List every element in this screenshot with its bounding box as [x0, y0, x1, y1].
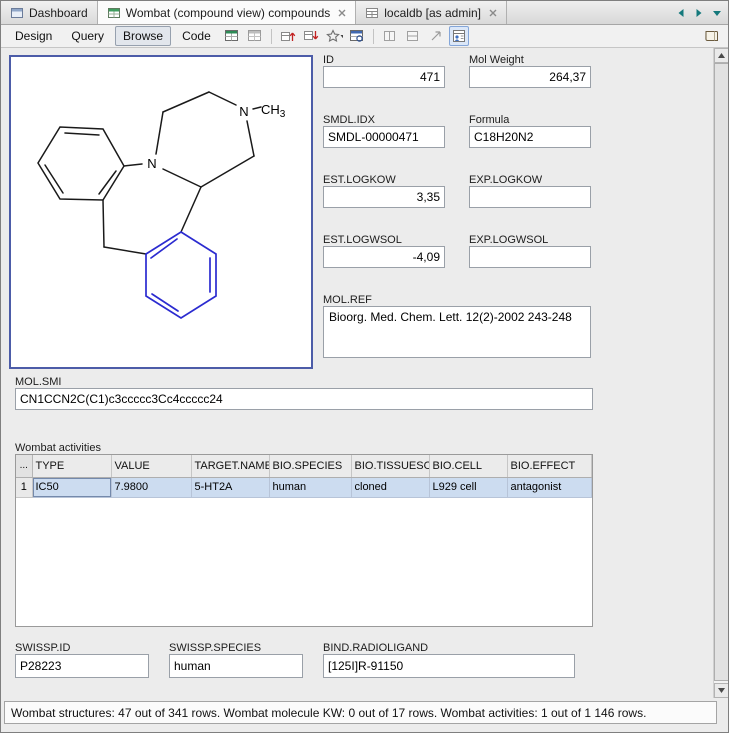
bind-radioligand-label: BIND.RADIOLIGAND [323, 642, 429, 654]
toolbar-separator [270, 28, 272, 44]
id-field[interactable] [323, 66, 445, 88]
tab-controls [673, 1, 728, 24]
table-row[interactable]: 1 IC50 7.9800 5-HT2A human cloned L929 c… [16, 477, 592, 498]
tab-bar: Dashboard Wombat (compound view) compoun… [1, 1, 728, 25]
close-icon[interactable] [338, 9, 346, 17]
tab-label: localdb [as admin] [384, 5, 481, 20]
mol-smi-field[interactable] [15, 388, 593, 410]
row-number[interactable]: 1 [16, 477, 33, 498]
mol-weight-label: Mol Weight [469, 54, 524, 66]
column-header-bio-tissuesource[interactable]: BIO.TISSUESOU [351, 455, 430, 478]
favorites-icon[interactable] [324, 26, 344, 46]
scroll-right-icon[interactable] [691, 5, 707, 21]
atom-label-n1: N [147, 156, 156, 171]
form-view-icon[interactable] [448, 26, 469, 46]
swissp-species-label: SWISSP.SPECIES [169, 642, 262, 654]
swissp-species-field[interactable] [169, 654, 303, 678]
database-icon [365, 6, 379, 20]
sort-descending-icon[interactable] [301, 26, 321, 46]
structure-canvas[interactable]: N N CH3 [9, 55, 313, 369]
mol-ref-label: MOL.REF [323, 294, 372, 306]
toolbar-separator [372, 28, 374, 44]
detach-view-icon[interactable] [426, 26, 446, 46]
menu-query[interactable]: Query [63, 26, 112, 46]
menu-code[interactable]: Code [174, 26, 219, 46]
formula-label: Formula [469, 114, 510, 126]
column-header-value[interactable]: VALUE [111, 455, 192, 478]
table-search-icon[interactable] [347, 26, 367, 46]
exp-logkow-field[interactable] [469, 186, 591, 208]
grid-view-icon[interactable] [245, 26, 265, 46]
tab-wombat-compounds[interactable]: Wombat (compound view) compounds [97, 1, 357, 24]
smdl-idx-label: SMDL.IDX [323, 114, 375, 126]
formula-field[interactable] [469, 126, 591, 148]
column-header-bio-species[interactable]: BIO.SPECIES [269, 455, 352, 478]
tab-dashboard[interactable]: Dashboard [1, 1, 98, 24]
tab-label: Dashboard [29, 5, 88, 20]
id-label: ID [323, 54, 334, 66]
table-header-row: ... TYPE VALUE TARGET.NAME BIO.SPECIES B… [16, 455, 592, 478]
molecule-drawing: N N CH3 [37, 91, 286, 320]
est-logkow-label: EST.LOGKOW [323, 174, 396, 186]
scroll-down-icon[interactable] [714, 683, 728, 698]
swissp-id-field[interactable] [15, 654, 149, 678]
exp-logkow-label: EXP.LOGKOW [469, 174, 543, 186]
cell-bio-tissuesource[interactable]: cloned [351, 477, 430, 498]
scroll-up-icon[interactable] [714, 48, 728, 63]
application-window: Dashboard Wombat (compound view) compoun… [0, 0, 729, 733]
mol-smi-label: MOL.SMI [15, 376, 62, 388]
bind-radioligand-field[interactable] [323, 654, 575, 678]
est-logwsol-field[interactable] [323, 246, 445, 268]
status-text: Wombat structures: 47 out of 341 rows. W… [11, 705, 647, 720]
new-grid-view-icon[interactable] [222, 26, 242, 46]
sort-ascending-icon[interactable] [278, 26, 298, 46]
close-icon[interactable] [489, 9, 497, 17]
atom-label-n2: N [239, 104, 248, 119]
split-view-horizontal-icon[interactable] [380, 26, 400, 46]
cell-bio-cell[interactable]: L929 cell [429, 477, 508, 498]
cell-type[interactable]: IC50 [32, 477, 112, 498]
tab-label: Wombat (compound view) compounds [125, 5, 331, 20]
scrollbar-thumb[interactable] [714, 63, 728, 681]
tab-localdb[interactable]: localdb [as admin] [356, 1, 507, 24]
column-header-target-name[interactable]: TARGET.NAME [191, 455, 270, 478]
tab-list-icon[interactable] [709, 5, 725, 21]
grid-view-icon [107, 6, 121, 20]
activities-label: Wombat activities [15, 442, 101, 454]
cell-value[interactable]: 7.9800 [111, 477, 192, 498]
swissp-id-label: SWISSP.ID [15, 642, 71, 654]
mol-ref-field[interactable]: Bioorg. Med. Chem. Lett. 12(2)-2002 243-… [323, 306, 591, 358]
exp-logwsol-field[interactable] [469, 246, 591, 268]
smdl-idx-field[interactable] [323, 126, 445, 148]
vertical-scrollbar[interactable] [713, 48, 728, 698]
menu-browse[interactable]: Browse [115, 26, 172, 46]
split-view-vertical-icon[interactable] [403, 26, 423, 46]
library-icon[interactable] [702, 26, 722, 46]
exp-logwsol-label: EXP.LOGWSOL [469, 234, 549, 246]
cell-bio-species[interactable]: human [269, 477, 352, 498]
atom-label-methyl: CH3 [261, 102, 286, 120]
cell-bio-effect[interactable]: antagonist [507, 477, 592, 498]
scroll-left-icon[interactable] [673, 5, 689, 21]
activities-table: ... TYPE VALUE TARGET.NAME BIO.SPECIES B… [15, 454, 593, 627]
column-header-bio-cell[interactable]: BIO.CELL [429, 455, 508, 478]
mol-weight-field[interactable] [469, 66, 591, 88]
est-logkow-field[interactable] [323, 186, 445, 208]
table-corner-button[interactable]: ... [16, 455, 33, 478]
column-header-bio-effect[interactable]: BIO.EFFECT [507, 455, 592, 478]
cell-target-name[interactable]: 5-HT2A [191, 477, 270, 498]
menu-design[interactable]: Design [7, 26, 60, 46]
status-bar: Wombat structures: 47 out of 341 rows. W… [4, 701, 717, 724]
column-header-type[interactable]: TYPE [32, 455, 112, 478]
toolbar: Design Query Browse Code [1, 25, 728, 48]
est-logwsol-label: EST.LOGWSOL [323, 234, 402, 246]
dashboard-icon [10, 6, 24, 20]
